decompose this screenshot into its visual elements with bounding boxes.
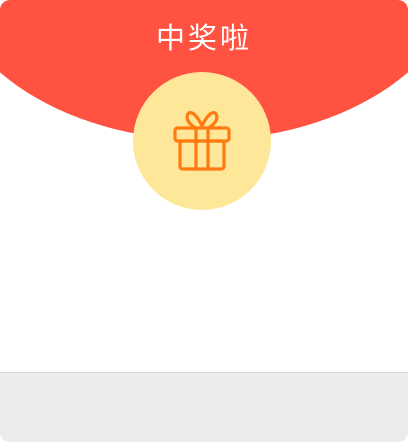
prize-content-area	[0, 210, 408, 372]
prize-title: 中奖啦	[155, 21, 252, 55]
footer-bar	[0, 372, 408, 442]
gift-icon	[173, 111, 231, 171]
gift-badge	[133, 72, 271, 210]
prize-popup: 中奖啦	[0, 0, 408, 442]
